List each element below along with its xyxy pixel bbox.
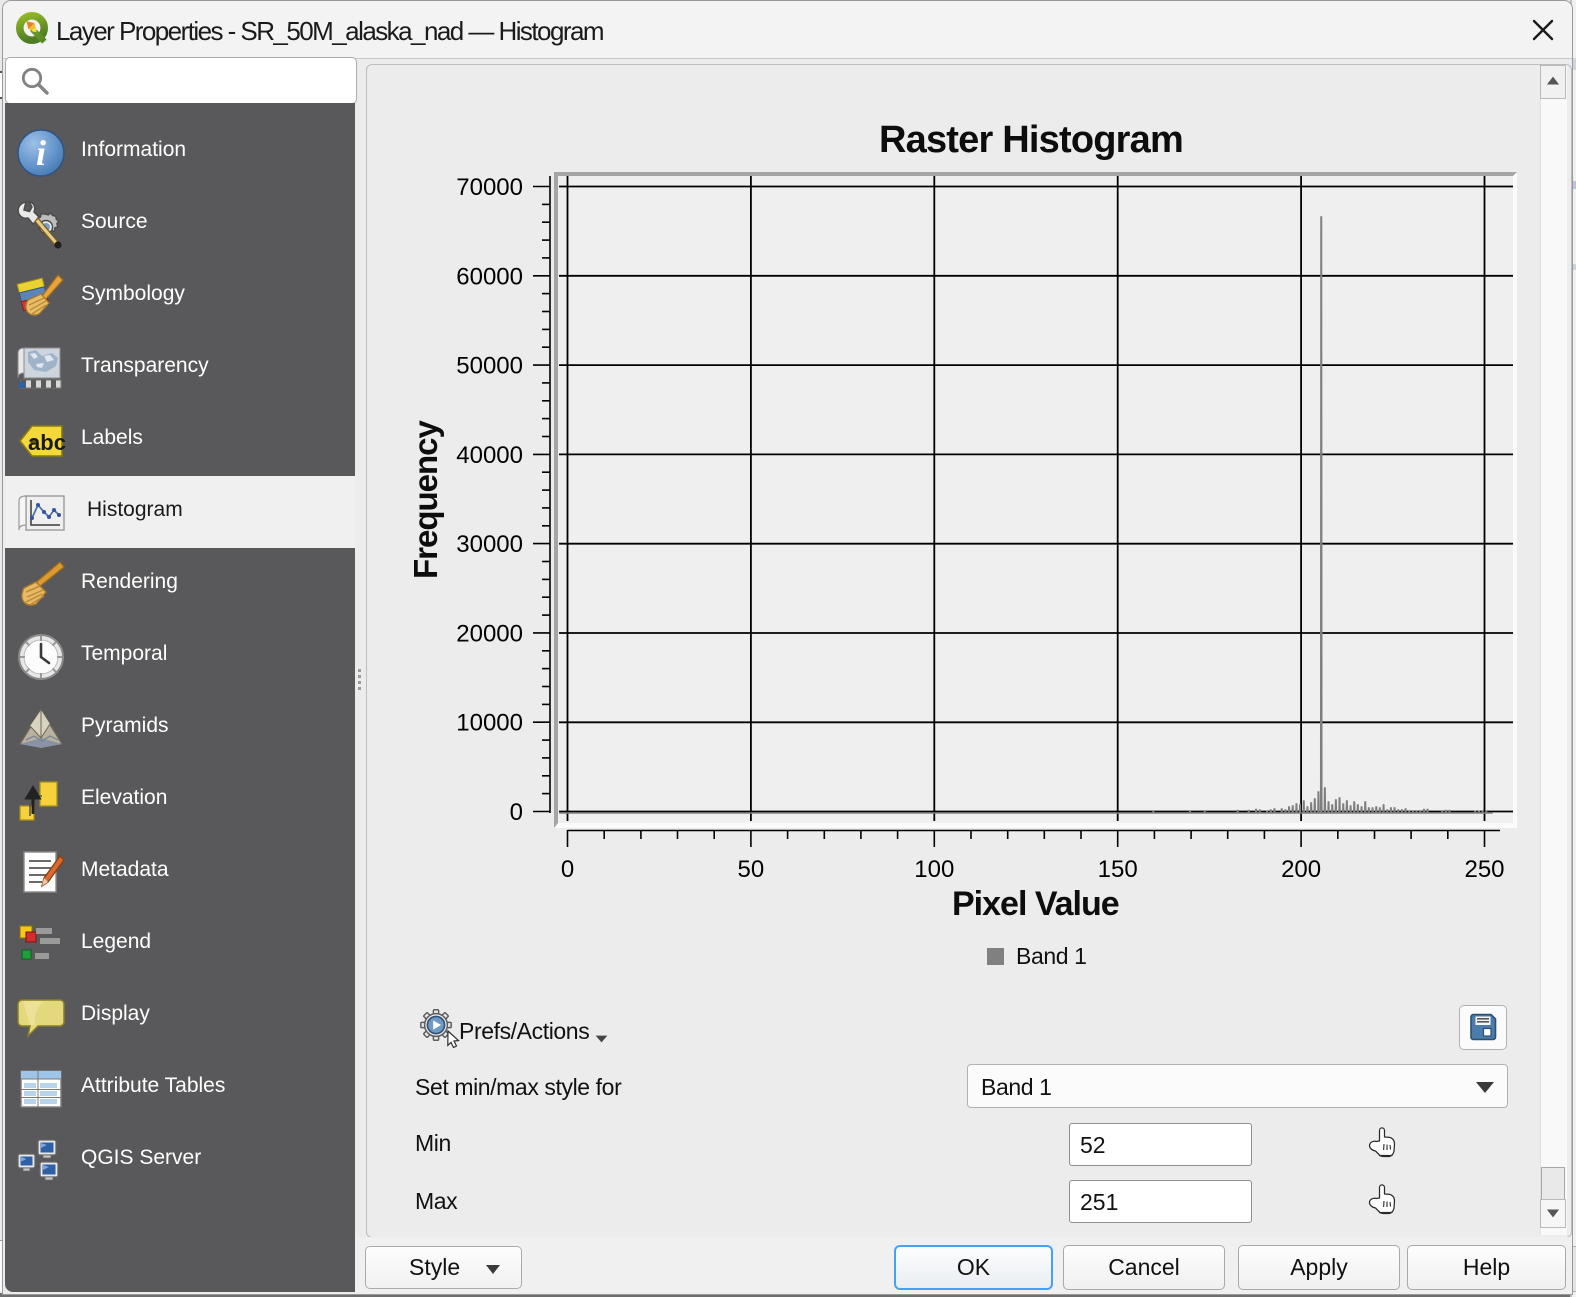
svg-text:abc: abc — [28, 430, 66, 455]
svg-text:150: 150 — [1098, 856, 1138, 883]
svg-text:70000: 70000 — [456, 174, 523, 201]
svg-text:40000: 40000 — [456, 442, 523, 469]
svg-text:100: 100 — [914, 856, 954, 883]
svg-text:50000: 50000 — [456, 353, 523, 380]
svg-text:i: i — [36, 133, 46, 173]
svg-text:30000: 30000 — [456, 531, 523, 558]
svg-text:50: 50 — [738, 856, 765, 883]
svg-text:20000: 20000 — [456, 620, 523, 647]
svg-text:10000: 10000 — [456, 710, 523, 737]
svg-text:250: 250 — [1464, 856, 1504, 883]
svg-text:200: 200 — [1281, 856, 1321, 883]
svg-text:0: 0 — [510, 799, 523, 826]
svg-text:60000: 60000 — [456, 263, 523, 290]
svg-text:0: 0 — [561, 856, 574, 883]
